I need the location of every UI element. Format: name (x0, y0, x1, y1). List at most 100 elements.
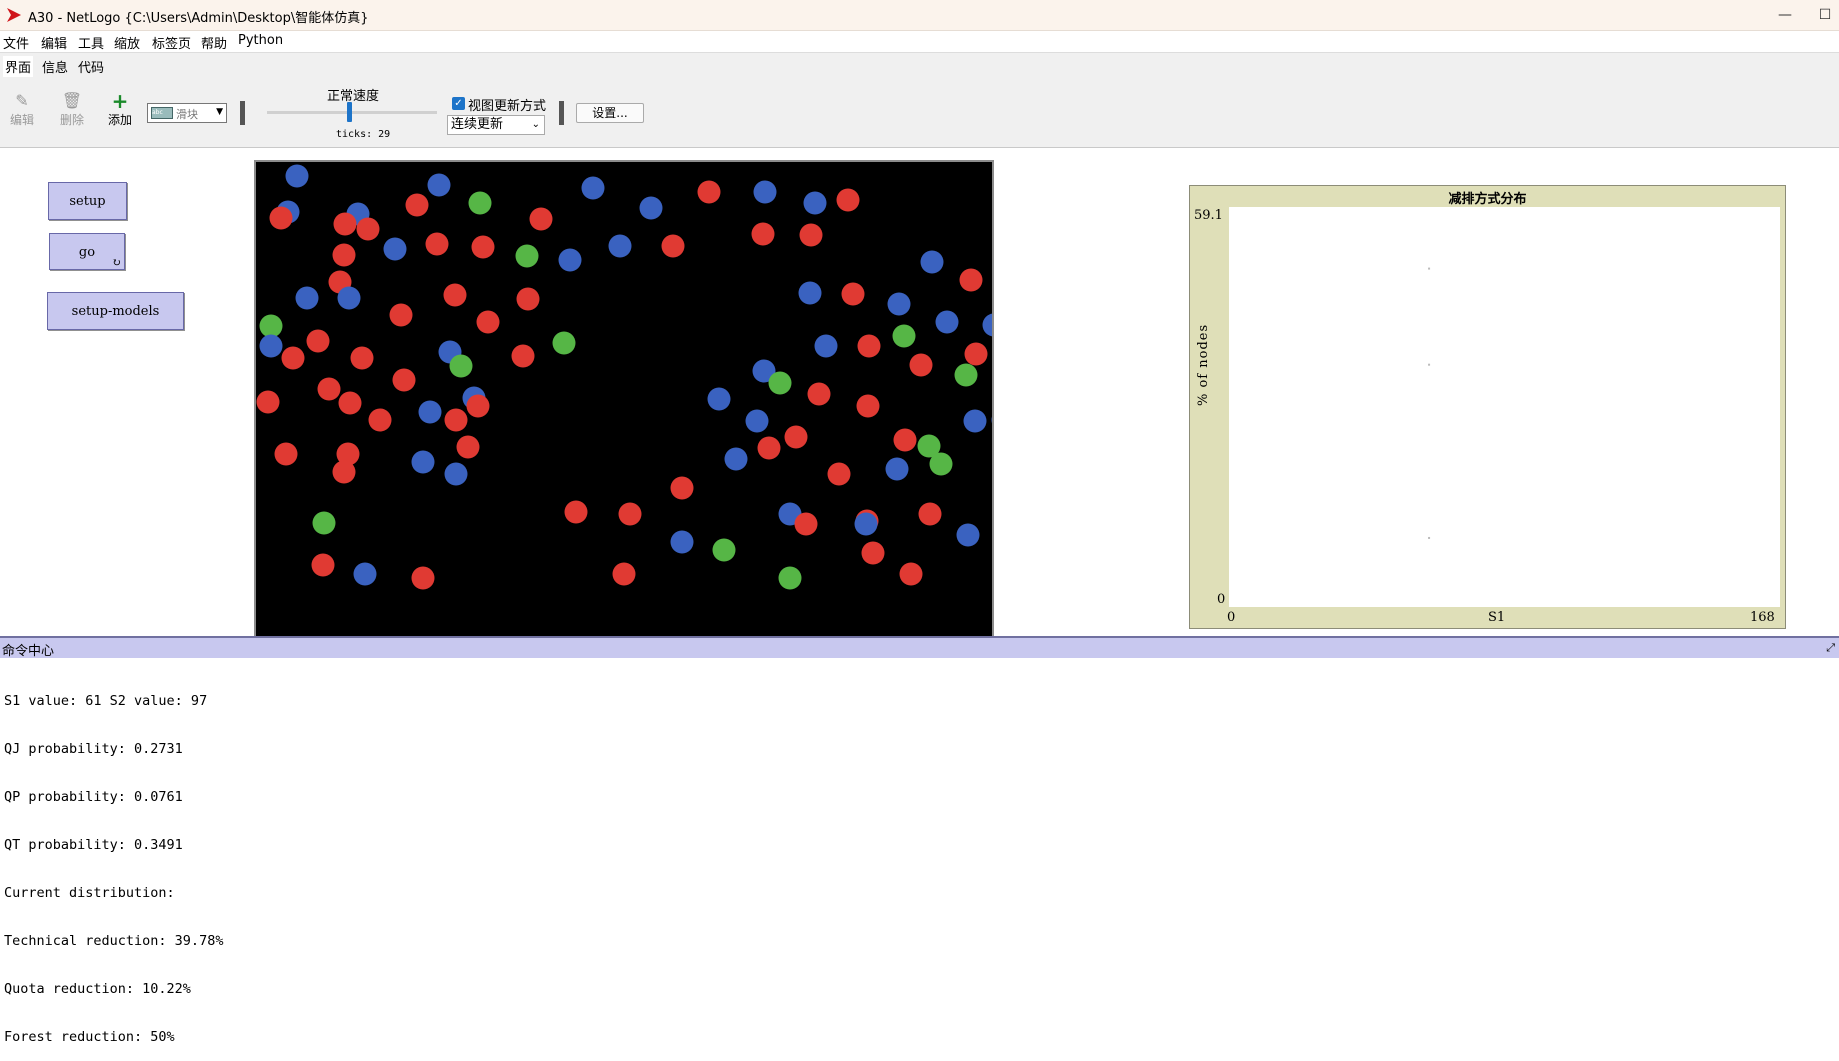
view-updates-label: 视图更新方式 (468, 99, 547, 114)
agent-red (411, 566, 435, 590)
menu-zoom[interactable]: 缩放 (114, 33, 140, 52)
agent-red (918, 502, 942, 526)
tab-interface[interactable]: 界面 (3, 56, 34, 79)
agent-blue (444, 462, 468, 486)
agent-green (712, 538, 736, 562)
agent-blue (295, 286, 319, 310)
view-updates-checkbox[interactable]: ✓ (452, 97, 465, 110)
agent-green (449, 354, 473, 378)
agent-green (778, 566, 802, 590)
agent-red (861, 541, 885, 565)
setup-models-button[interactable]: setup-models (47, 292, 184, 330)
output-line: Forest reduction: 50% (4, 1029, 175, 1045)
agent-blue (885, 457, 909, 481)
pencil-icon: ✎ (15, 91, 29, 110)
widget-type-dropdown[interactable]: abc 滑块 ▼ (147, 103, 227, 123)
agent-red (670, 476, 694, 500)
agent-red (529, 207, 553, 231)
plot-title: 减排方式分布 (1448, 192, 1527, 207)
plot-area (1229, 207, 1780, 607)
agent-green (312, 511, 336, 535)
output-line: Current distribution: (4, 885, 175, 901)
agent-blue (887, 292, 911, 316)
agent-blue (639, 196, 663, 220)
settings-button[interactable]: 设置... (576, 103, 644, 123)
agent-blue (814, 334, 838, 358)
agent-blue (956, 523, 980, 547)
maximize-icon[interactable]: ☐ (1810, 4, 1839, 26)
plot-point (1428, 363, 1431, 366)
plot-point (1428, 536, 1431, 539)
widget-type-label: 滑块 (176, 108, 198, 121)
go-button[interactable]: go ↻ (49, 233, 125, 270)
plot-x-min: 0 (1227, 610, 1236, 625)
agent-blue (411, 450, 435, 474)
netlogo-app-icon (7, 8, 21, 22)
update-mode-dropdown[interactable]: 连续更新 ⌄ (447, 115, 545, 135)
agent-red (425, 232, 449, 256)
agent-red (511, 344, 535, 368)
agent-red (909, 353, 933, 377)
speed-slider-track[interactable] (267, 111, 437, 114)
world-view[interactable] (254, 160, 994, 636)
minimize-icon[interactable]: — (1770, 4, 1800, 26)
agent-blue (285, 164, 309, 188)
agent-red (836, 188, 860, 212)
agent-green (929, 452, 953, 476)
speed-label: 正常速度 (327, 89, 380, 104)
trash-icon: 🗑 (61, 91, 83, 110)
menu-edit[interactable]: 编辑 (41, 33, 67, 52)
agent-red (751, 222, 775, 246)
menu-tools[interactable]: 工具 (78, 33, 104, 52)
menu-bar: 文件 编辑 工具 缩放 标签页 帮助 Python (0, 31, 1839, 52)
menu-python[interactable]: Python (238, 33, 283, 48)
delete-button[interactable]: 🗑 删除 (52, 91, 92, 128)
agent-green (515, 244, 539, 268)
command-center-output: S1 value: 61 S2 value: 97 QJ probability… (4, 661, 1834, 1045)
plus-icon: + (111, 89, 129, 113)
menu-tabs[interactable]: 标签页 (152, 33, 191, 52)
agent-red (256, 390, 280, 414)
delete-label: 删除 (59, 113, 84, 127)
menu-help[interactable]: 帮助 (201, 33, 227, 52)
agent-red (368, 408, 392, 432)
agent-red (306, 329, 330, 353)
update-mode-value: 连续更新 (451, 117, 504, 132)
agent-green (892, 324, 916, 348)
edit-button[interactable]: ✎ 编辑 (2, 91, 42, 128)
edit-label: 编辑 (9, 113, 34, 127)
agent-red (857, 334, 881, 358)
agent-red (856, 394, 880, 418)
agent-red (443, 283, 467, 307)
slider-widget-icon: abc (151, 107, 173, 119)
agent-blue (982, 313, 992, 337)
menu-file[interactable]: 文件 (3, 33, 29, 52)
tab-bar: 界面 信息 代码 (0, 52, 1839, 79)
agent-red (618, 502, 642, 526)
add-button[interactable]: + 添加 (100, 91, 140, 128)
plot-widget[interactable]: 减排方式分布 59.1 0 0 S1 168 % of nodes (1189, 185, 1786, 629)
agent-blue (353, 562, 377, 586)
setup-button[interactable]: setup (48, 182, 127, 220)
add-label: 添加 (107, 113, 132, 127)
agent-red (350, 346, 374, 370)
go-label: go (78, 245, 96, 260)
agent-blue (337, 286, 361, 310)
plot-point (1428, 267, 1431, 270)
tab-info[interactable]: 信息 (40, 56, 70, 77)
agent-red (281, 346, 305, 370)
agent-red (269, 206, 293, 230)
agent-blue (991, 416, 992, 424)
agent-red (841, 282, 865, 306)
tab-code[interactable]: 代码 (76, 56, 106, 77)
agent-blue (670, 530, 694, 554)
agent-red (333, 212, 357, 236)
speed-slider-thumb[interactable] (346, 102, 352, 122)
agent-blue (608, 234, 632, 258)
output-line: Technical reduction: 39.78% (4, 933, 224, 949)
expand-icon[interactable]: ⤢ (1826, 641, 1835, 655)
agent-red (466, 394, 490, 418)
agent-blue (798, 281, 822, 305)
plot-y-min: 0 (1217, 592, 1226, 607)
agent-red (794, 512, 818, 536)
